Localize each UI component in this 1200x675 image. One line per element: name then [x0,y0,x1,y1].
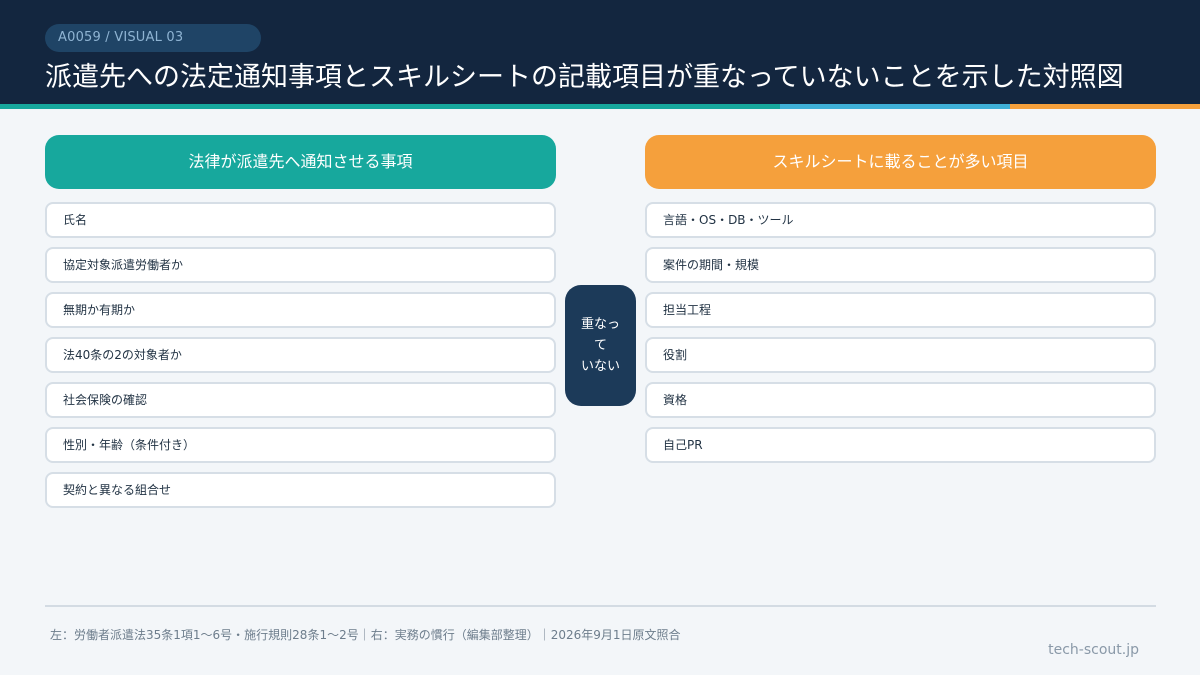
page-title: 派遣先への法定通知事項とスキルシートの記載項目が重なっていないことを示した対照図 [45,62,1124,93]
right-list-item: 役割 [645,337,1156,373]
accent-stripe-orange [1010,104,1200,109]
left-list-item: 法40条の2の対象者か [45,337,556,373]
visual-id-badge: A0059 / VISUAL 03 [45,24,261,52]
right-list-item: 案件の期間・規模 [645,247,1156,283]
accent-stripe-blue [780,104,1010,109]
left-list-item: 契約と異なる組合せ [45,472,556,508]
left-list-item: 協定対象派遣労働者か [45,247,556,283]
left-list-item: 社会保険の確認 [45,382,556,418]
right-list-item: 担当工程 [645,292,1156,328]
left-list-item: 無期か有期か [45,292,556,328]
no-overlap-line: いない [580,359,620,374]
header-bar: A0059 / VISUAL 03 派遣先への法定通知事項とスキルシートの記載項… [0,0,1200,104]
left-column-heading: 法律が派遣先へ通知させる事項 [45,135,556,189]
right-list-item: 自己PR [645,427,1156,463]
right-item-list: 言語・OS・DB・ツール 案件の期間・規模 担当工程 役割 資格 自己PR [645,202,1156,472]
site-brand[interactable]: tech-scout.jp [1048,642,1139,658]
footer-divider [45,605,1156,607]
left-list-item: 氏名 [45,202,556,238]
right-column-heading: スキルシートに載ることが多い項目 [645,135,1156,189]
source-footnote: 左：労働者派遣法35条1項1〜6号・施行規則28条1〜2号｜右：実務の慣行（編集… [50,628,681,642]
left-list-item: 性別・年齢（条件付き） [45,427,556,463]
right-list-item: 言語・OS・DB・ツール [645,202,1156,238]
accent-stripe-teal [0,104,780,109]
no-overlap-line: て [593,338,607,353]
left-item-list: 氏名 協定対象派遣労働者か 無期か有期か 法40条の2の対象者か 社会保険の確認… [45,202,556,517]
no-overlap-badge: 重なっ て いない [565,285,636,406]
right-list-item: 資格 [645,382,1156,418]
no-overlap-line: 重なっ [580,317,620,332]
